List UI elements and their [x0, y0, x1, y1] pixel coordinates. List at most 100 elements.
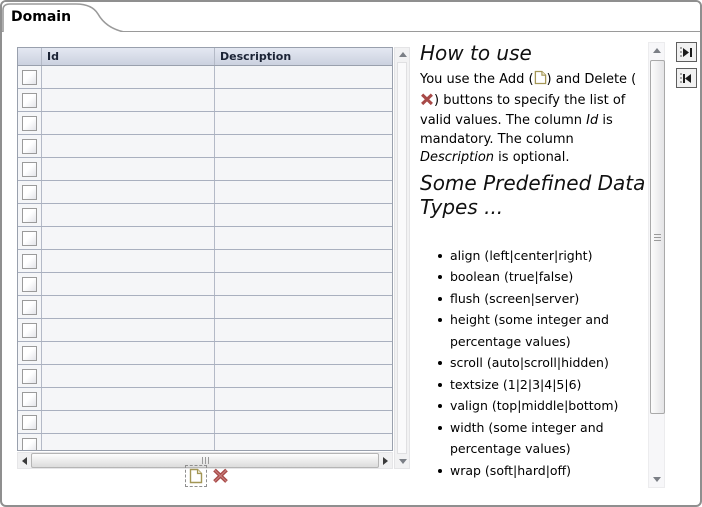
tab-bar: Domain — [2, 2, 700, 32]
row-select-cell — [18, 66, 41, 88]
id-cell[interactable] — [41, 273, 214, 295]
description-cell[interactable] — [214, 89, 392, 111]
document-add-icon — [534, 70, 547, 92]
description-cell[interactable] — [214, 181, 392, 203]
row-select-cell — [18, 227, 41, 249]
help-intro-paragraph: You use the Add () and Delete () buttons… — [420, 70, 649, 168]
row-select-cell — [18, 388, 41, 410]
row-checkbox[interactable] — [22, 299, 37, 315]
checkbox-column-header[interactable] — [18, 48, 41, 65]
id-cell[interactable] — [41, 112, 214, 134]
help-vertical-scrollbar[interactable] — [648, 42, 665, 488]
tab-label: Domain — [11, 9, 72, 25]
add-row-button[interactable] — [185, 465, 207, 487]
id-cell[interactable] — [41, 250, 214, 272]
id-cell[interactable] — [41, 66, 214, 88]
row-checkbox[interactable] — [22, 138, 37, 154]
description-cell[interactable] — [214, 296, 392, 318]
table-header-row: Id Description — [18, 48, 392, 66]
collapse-left-button[interactable] — [676, 68, 697, 88]
row-checkbox[interactable] — [22, 184, 37, 200]
id-cell[interactable] — [41, 204, 214, 226]
description-cell[interactable] — [214, 227, 392, 249]
row-checkbox[interactable] — [22, 230, 37, 246]
description-cell[interactable] — [214, 388, 392, 410]
id-cell[interactable] — [41, 365, 214, 387]
description-cell[interactable] — [214, 204, 392, 226]
id-cell[interactable] — [41, 434, 214, 450]
list-item: textsize (1|2|3|4|5|6) — [438, 374, 649, 396]
row-select-cell — [18, 342, 41, 364]
scroll-down-icon[interactable] — [653, 477, 661, 482]
row-select-cell — [18, 181, 41, 203]
row-select-cell — [18, 135, 41, 157]
row-select-cell — [18, 273, 41, 295]
row-checkbox[interactable] — [22, 115, 37, 131]
table-vertical-scrollbar[interactable] — [394, 47, 410, 469]
table-row — [18, 342, 392, 365]
row-checkbox[interactable] — [22, 253, 37, 269]
table-row — [18, 204, 392, 227]
row-select-cell — [18, 250, 41, 272]
id-cell[interactable] — [41, 158, 214, 180]
row-checkbox[interactable] — [22, 391, 37, 407]
delete-x-icon — [420, 93, 434, 113]
table-row — [18, 273, 392, 296]
row-checkbox[interactable] — [22, 368, 37, 384]
row-checkbox[interactable] — [22, 437, 37, 450]
description-cell[interactable] — [214, 66, 392, 88]
description-cell[interactable] — [214, 319, 392, 341]
scroll-down-icon[interactable] — [399, 459, 407, 464]
domain-values-table: Id Description — [17, 47, 393, 451]
delete-row-button[interactable] — [211, 467, 230, 486]
splitter-buttons — [676, 42, 697, 88]
id-cell[interactable] — [41, 388, 214, 410]
scroll-up-icon[interactable] — [653, 48, 661, 53]
scroll-left-icon[interactable] — [18, 453, 31, 468]
help-scrollbar-thumb[interactable] — [650, 60, 665, 414]
row-checkbox[interactable] — [22, 345, 37, 361]
id-cell[interactable] — [41, 89, 214, 111]
id-cell[interactable] — [41, 296, 214, 318]
row-checkbox[interactable] — [22, 69, 37, 85]
scroll-up-icon[interactable] — [399, 52, 407, 57]
table-row — [18, 227, 392, 250]
id-cell[interactable] — [41, 227, 214, 249]
collapse-right-button[interactable] — [676, 42, 697, 62]
row-select-cell — [18, 411, 41, 433]
description-cell[interactable] — [214, 158, 392, 180]
id-cell[interactable] — [41, 135, 214, 157]
table-vertical-scrollbar-track[interactable] — [397, 62, 407, 454]
row-checkbox[interactable] — [22, 92, 37, 108]
table-row — [18, 296, 392, 319]
table-row — [18, 434, 392, 450]
description-cell[interactable] — [214, 342, 392, 364]
id-cell[interactable] — [41, 411, 214, 433]
description-cell[interactable] — [214, 365, 392, 387]
scroll-right-icon[interactable] — [379, 453, 392, 468]
row-checkbox[interactable] — [22, 414, 37, 430]
delete-x-icon — [213, 468, 228, 483]
row-checkbox[interactable] — [22, 161, 37, 177]
row-checkbox[interactable] — [22, 276, 37, 292]
id-cell[interactable] — [41, 181, 214, 203]
table-row — [18, 411, 392, 434]
id-column-header[interactable]: Id — [41, 48, 214, 65]
description-cell[interactable] — [214, 250, 392, 272]
row-checkbox[interactable] — [22, 322, 37, 338]
tab-domain[interactable]: Domain — [2, 2, 126, 32]
description-cell[interactable] — [214, 411, 392, 433]
id-cell[interactable] — [41, 342, 214, 364]
description-column-header[interactable]: Description — [214, 48, 392, 65]
table-row — [18, 158, 392, 181]
description-cell[interactable] — [214, 112, 392, 134]
table-row — [18, 112, 392, 135]
description-cell[interactable] — [214, 135, 392, 157]
row-checkbox[interactable] — [22, 207, 37, 223]
id-cell[interactable] — [41, 319, 214, 341]
table-row — [18, 181, 392, 204]
description-cell[interactable] — [214, 434, 392, 450]
table-row — [18, 250, 392, 273]
description-cell[interactable] — [214, 273, 392, 295]
document-add-icon — [189, 468, 203, 484]
